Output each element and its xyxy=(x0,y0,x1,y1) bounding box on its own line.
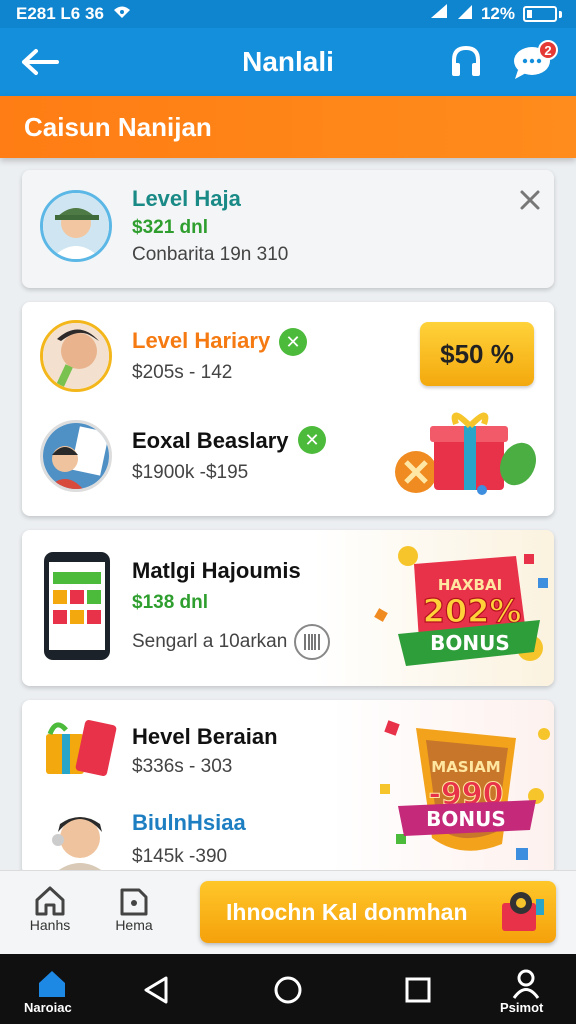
check-icon: ✕ xyxy=(279,328,307,356)
signal-icon xyxy=(429,3,449,25)
tab-hema-label: Hema xyxy=(115,917,153,933)
battery-text: 12% xyxy=(480,4,515,23)
level-card-2[interactable]: Level Hariary ✕ $205s - 142 $50 % Eoxal … xyxy=(22,302,554,516)
card-title: Hevel Beraian xyxy=(132,724,278,749)
close-icon xyxy=(520,190,540,210)
headset-icon xyxy=(452,45,480,76)
status-time: E281 L6 36 xyxy=(16,4,104,23)
home-nav-button[interactable] xyxy=(264,970,312,1010)
back-nav-button[interactable] xyxy=(132,970,180,1010)
recents-nav-button[interactable] xyxy=(394,970,442,1010)
square-recents-icon xyxy=(405,977,431,1003)
home-icon xyxy=(39,971,65,997)
arrow-left-icon xyxy=(22,49,59,75)
card-amount: $138 dnl xyxy=(132,592,209,613)
prize-icon xyxy=(494,889,548,941)
card-title: Matlgi Hajoumis xyxy=(132,558,301,583)
check-icon: ✕ xyxy=(298,426,326,454)
bonus-word: BONUS xyxy=(430,631,510,655)
nav-home-button[interactable] xyxy=(28,964,76,1004)
card-subtitle: Sengarl a 10arkan xyxy=(132,631,288,652)
bonus-word: BONUS xyxy=(426,807,506,831)
phone-icon xyxy=(42,550,114,669)
card-title: Level Haja xyxy=(132,186,241,211)
cta-label: Ihnochn Kal donmhan xyxy=(226,898,468,925)
percent-chip[interactable]: $50 % xyxy=(420,322,534,386)
card-title: Eoxal Beaslary xyxy=(132,428,289,453)
card-title: BiulnHsiaa xyxy=(132,810,246,835)
page-title: Nanlali xyxy=(242,46,334,77)
level-card-4[interactable]: Hevel Beraian $336s - 303 BiulnHsiaa $14… xyxy=(22,700,554,875)
card-title: Level Hariary xyxy=(132,328,271,353)
profile-nav-label: Psimot xyxy=(500,1000,544,1015)
bonus-badge-icon: HAXBAI 202% BONUS xyxy=(368,538,552,686)
bonus-badge-icon: MASIAM -990 BONUS xyxy=(366,708,550,875)
close-button[interactable] xyxy=(514,184,546,216)
card-amount: $321 dnl xyxy=(132,217,209,238)
section-banner: Caisun Nanijan xyxy=(0,96,576,158)
circle-home-icon xyxy=(274,976,302,1004)
barcode-icon[interactable] xyxy=(294,624,330,660)
gift-box-icon xyxy=(390,410,540,505)
signal-strength-icon xyxy=(457,4,473,25)
status-bar: E281 L6 36 12% xyxy=(0,0,576,28)
system-navigation-bar: Naroiac Psimot xyxy=(0,954,576,1024)
avatar xyxy=(50,804,110,875)
avatar xyxy=(40,190,112,262)
wifi-icon xyxy=(112,4,132,25)
bonus-heading: MASIAM xyxy=(431,758,500,776)
battery-icon xyxy=(523,6,557,22)
messages-button[interactable]: 2 xyxy=(506,40,558,84)
home-icon xyxy=(35,886,65,916)
app-bar: Nanlali 2 xyxy=(0,28,576,96)
cta-button[interactable]: Ihnochn Kal donmhan xyxy=(200,881,556,943)
tab-home[interactable]: Hanhs xyxy=(18,885,82,945)
avatar xyxy=(40,420,112,492)
tab-home-label: Hanhs xyxy=(29,917,71,933)
card-subtitle: $145k -390 xyxy=(132,846,228,867)
bag-icon xyxy=(120,888,148,916)
notification-badge: 2 xyxy=(538,40,558,60)
nav-home-label: Naroiac xyxy=(24,1000,72,1015)
back-button[interactable] xyxy=(16,42,64,82)
card-subtitle: $1900k -$195 xyxy=(132,462,249,483)
avatar xyxy=(40,320,112,392)
person-icon xyxy=(512,969,540,999)
support-button[interactable] xyxy=(444,40,488,84)
card-subtitle: Conbarita 19n 310 xyxy=(132,244,289,265)
tab-hema[interactable]: Hema xyxy=(102,885,166,945)
banner-title: Caisun Nanijan xyxy=(24,111,212,142)
level-card-1[interactable]: Level Haja $321 dnl Conbarita 19n 310 xyxy=(22,170,554,288)
level-card-3[interactable]: Matlgi Hajoumis $138 dnl Sengarl a 10ark… xyxy=(22,530,554,686)
gift-box-icon xyxy=(42,716,118,787)
profile-nav-button[interactable] xyxy=(502,964,550,1004)
triangle-back-icon xyxy=(144,976,168,1004)
card-subtitle: $336s - 303 xyxy=(132,756,233,777)
bottom-action-bar: Hanhs Hema Ihnochn Kal donmhan xyxy=(0,870,576,954)
card-subtitle: $205s - 142 xyxy=(132,362,233,383)
